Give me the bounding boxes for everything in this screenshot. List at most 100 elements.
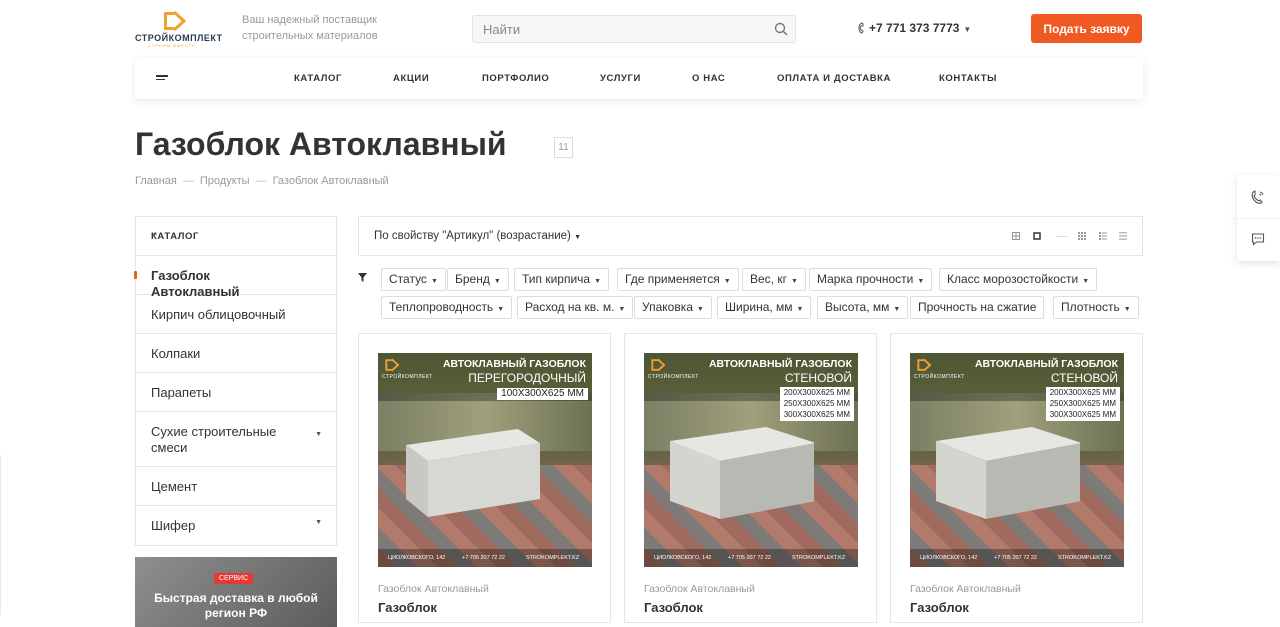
- tile-view-icon[interactable]: [1078, 232, 1086, 240]
- grid-view-icon[interactable]: [1033, 232, 1041, 240]
- product-category: Газоблок Автоклавный: [644, 583, 755, 595]
- filter-width[interactable]: Ширина, мм ▼: [717, 296, 812, 319]
- filter-label: Класс морозостойкости: [947, 272, 1079, 286]
- gas-block-image: [670, 427, 814, 519]
- filter-density[interactable]: Плотность ▼: [1053, 296, 1139, 319]
- nav-catalog[interactable]: КАТАЛОГ: [294, 73, 342, 84]
- filter-height[interactable]: Высота, мм ▼: [817, 296, 909, 319]
- phone-dropdown[interactable]: +7 771 373 7773 ▼: [857, 21, 971, 35]
- list-view-icon[interactable]: [1099, 232, 1107, 240]
- chat-icon[interactable]: [1251, 232, 1265, 246]
- filter-label: Расход на кв. м.: [525, 300, 615, 314]
- product-image[interactable]: СТРОЙКОМПЛЕКТ АВТОКЛАВНЫЙ ГАЗОБЛОК ПЕРЕГ…: [378, 353, 592, 567]
- menu-icon[interactable]: [156, 75, 168, 83]
- sidebar-item-parapety[interactable]: Парапеты: [136, 373, 336, 412]
- table-view-icon[interactable]: [1119, 232, 1127, 240]
- sidebar-item-shifer[interactable]: Шифер ▼: [136, 506, 336, 545]
- filter-application[interactable]: Где применяется ▼: [617, 268, 739, 291]
- chevron-down-icon: ▼: [893, 306, 901, 313]
- filter-brand[interactable]: Бренд ▼: [447, 268, 509, 291]
- product-image[interactable]: СТРОЙКОМПЛЕКТ АВТОКЛАВНЫЙ ГАЗОБЛОК СТЕНО…: [910, 353, 1124, 567]
- product-image[interactable]: СТРОЙКОМПЛЕКТ АВТОКЛАВНЫЙ ГАЗОБЛОК СТЕНО…: [644, 353, 858, 567]
- product-category: Газоблок Автоклавный: [910, 583, 1021, 595]
- image-address: ЦИОЛКОВСКОГО, 142: [654, 555, 712, 561]
- search-icon[interactable]: [774, 22, 788, 36]
- image-site: STROKOMPLEKT.KZ: [526, 555, 580, 561]
- filter-label: Статус: [389, 272, 427, 286]
- grid-small-view-icon[interactable]: [1012, 232, 1020, 240]
- product-name[interactable]: Газоблок: [378, 600, 437, 615]
- filter-label: Высота, мм: [825, 300, 890, 314]
- sidebar-item-kirpich[interactable]: Кирпич облицовочный: [136, 295, 336, 334]
- breadcrumb-products[interactable]: Продукты: [200, 175, 250, 187]
- filter-icon[interactable]: [358, 273, 367, 282]
- image-size: 100Х300Х625 ММ: [497, 388, 588, 400]
- sidebar-item-kolpaki[interactable]: Колпаки: [136, 334, 336, 373]
- nav-about[interactable]: О НАС: [692, 73, 725, 84]
- filter-label: Где применяется: [625, 272, 720, 286]
- product-card[interactable]: СТРОЙКОМПЛЕКТ АВТОКЛАВНЫЙ ГАЗОБЛОК ПЕРЕГ…: [358, 333, 611, 623]
- chevron-down-icon: ▼: [723, 278, 731, 285]
- filter-thermal-conductivity[interactable]: Теплопроводность ▼: [381, 296, 513, 319]
- nav-payment-delivery[interactable]: ОПЛАТА И ДОСТАВКА: [777, 73, 891, 84]
- image-footer: ЦИОЛКОВСКОГО, 142 +7 705 207 72 22 STROKOM…: [910, 549, 1124, 567]
- filter-consumption[interactable]: Расход на кв. м. ▼: [517, 296, 634, 319]
- floating-contact-panel: [1237, 175, 1280, 261]
- image-subtitle: СТЕНОВОЙ: [1050, 371, 1118, 385]
- product-card[interactable]: СТРОЙКОМПЛЕКТ АВТОКЛАВНЫЙ ГАЗОБЛОК СТЕНО…: [890, 333, 1143, 623]
- submit-request-button[interactable]: Подать заявку: [1031, 14, 1142, 43]
- chevron-down-icon: ▼: [493, 278, 501, 285]
- chevron-up-icon: ⌃: [151, 231, 160, 241]
- tagline: Ваш надежный поставщик строительных мате…: [242, 14, 378, 42]
- callback-icon[interactable]: [1251, 190, 1265, 204]
- filter-strength-grade[interactable]: Марка прочности ▼: [809, 268, 933, 291]
- product-card[interactable]: СТРОЙКОМПЛЕКТ АВТОКЛАВНЫЙ ГАЗОБЛОК СТЕНО…: [624, 333, 877, 623]
- image-site: STROKOMPLEKT.KZ: [792, 555, 846, 561]
- view-divider: [1056, 236, 1068, 237]
- logo-text: СТРОЙКОМПЛЕКТ: [135, 33, 223, 43]
- delivery-banner[interactable]: СЕРВИС Быстрая доставка в любой регион Р…: [135, 557, 337, 627]
- product-name[interactable]: Газоблок: [910, 600, 969, 615]
- chevron-down-icon: ▼: [574, 234, 582, 241]
- image-brand: СТРОЙКОМПЛЕКТ: [648, 374, 699, 380]
- filter-frost-class[interactable]: Класс морозостойкости ▼: [939, 268, 1098, 291]
- sidebar-item-gazoblok[interactable]: Газоблок Автоклавный: [134, 256, 336, 299]
- logo[interactable]: СТРОЙКОМПЛЕКТ СТРОИМ ВМЕСТЕ: [135, 10, 222, 48]
- filter-weight[interactable]: Вес, кг ▼: [742, 268, 806, 291]
- nav-portfolio[interactable]: ПОРТФОЛИО: [482, 73, 549, 84]
- filter-label: Теплопроводность: [389, 300, 494, 314]
- filter-label: Прочность на сжатие: [918, 300, 1037, 314]
- sidebar-item-label: Колпаки: [151, 346, 201, 361]
- sidebar-item-label: Шифер: [151, 518, 196, 533]
- sidebar-item-dry-mixes[interactable]: Сухие строительные смеси ▼: [136, 412, 336, 467]
- filter-brick-type[interactable]: Тип кирпича ▼: [514, 268, 610, 291]
- image-address: ЦИОЛКОВСКОГО, 142: [388, 555, 446, 561]
- nav-services[interactable]: УСЛУГИ: [600, 73, 641, 84]
- sort-label: По свойству "Артикул" (возрастание): [374, 230, 571, 242]
- filter-label: Плотность: [1061, 300, 1120, 314]
- filter-status[interactable]: Статус ▼: [381, 268, 446, 291]
- chevron-down-icon[interactable]: ▼: [315, 431, 322, 438]
- chevron-down-icon[interactable]: ▼: [315, 519, 322, 526]
- chevron-down-icon: ▼: [790, 278, 798, 285]
- image-size: 300Х300Х625 ММ: [779, 409, 854, 421]
- sort-dropdown[interactable]: По свойству "Артикул" (возрастание) ▼: [374, 230, 581, 242]
- image-phone: +7 705 207 72 22: [994, 555, 1037, 561]
- sidebar-item-label: Кирпич облицовочный: [151, 307, 286, 322]
- sidebar-header[interactable]: КАТАЛОГ ⌃: [136, 217, 336, 256]
- nav-contacts[interactable]: КОНТАКТЫ: [939, 73, 997, 84]
- search-input[interactable]: [473, 16, 763, 42]
- sidebar-item-cement[interactable]: Цемент: [136, 467, 336, 506]
- image-brand: СТРОЙКОМПЛЕКТ: [382, 374, 433, 380]
- product-name[interactable]: Газоблок: [644, 600, 703, 615]
- filter-label: Бренд: [455, 272, 490, 286]
- catalog-sidebar: КАТАЛОГ ⌃ Газоблок Автоклавный Кирпич об…: [134, 216, 337, 546]
- search-box: [472, 15, 796, 43]
- breadcrumb-home[interactable]: Главная: [135, 175, 177, 187]
- page-edge: [0, 455, 1, 615]
- filter-packaging[interactable]: Упаковка ▼: [634, 296, 712, 319]
- nav-promotions[interactable]: АКЦИИ: [393, 73, 429, 84]
- filter-compressive-strength[interactable]: Прочность на сжатие: [910, 296, 1045, 319]
- image-footer: ЦИОЛКОВСКОГО, 142 +7 705 207 72 22 STROKOM…: [644, 549, 858, 567]
- logo-subtext: СТРОИМ ВМЕСТЕ: [148, 43, 196, 48]
